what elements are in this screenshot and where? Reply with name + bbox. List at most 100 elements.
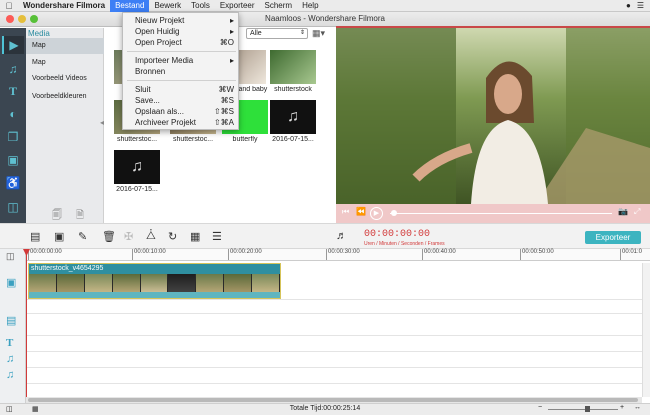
menu-item-label: Archiveer Projekt [135,118,196,127]
category-strip: ▶ ♫ T ◐ ❐ ▣ ♿ ◫ [0,28,26,223]
menu-item-resources[interactable]: Bronnen [123,66,240,77]
ruler-tick: 00:01:0 [619,249,643,260]
scrollbar-thumb[interactable] [28,398,638,402]
timeline-settings-icon[interactable]: ◫ [6,251,15,262]
fullscreen-icon[interactable]: ⤢ [634,207,640,217]
snapshot-icon[interactable]: 📷 [618,207,628,216]
sidebar-item-map-1[interactable]: Map [26,38,104,54]
video-preview[interactable] [336,28,650,204]
menu-item-label: Bronnen [135,67,166,76]
menu-item-label: Open Huidig [135,27,180,36]
split-icon[interactable]: ✠ [124,230,133,243]
media-thumb-4[interactable] [270,50,316,84]
media-filter-select[interactable]: Alle ⇕ [246,28,308,39]
menu-item-label: Save... [135,96,160,105]
menu-item-save[interactable]: Save... ⌘S [123,95,240,106]
ruler-tick: 00:00:20:00 [228,249,262,260]
preview-scrubber[interactable] [390,213,612,214]
overlays-icon[interactable]: ❐ [4,128,22,146]
text-track-lane[interactable] [26,336,642,352]
play-button[interactable]: ▶ [370,207,383,220]
timecode-display: 00:00:00:00 [364,229,431,240]
video-track-icon: ▣ [6,277,17,289]
fit-timeline-icon[interactable]: ↔ [634,404,641,411]
music-icon[interactable]: ♫ [4,60,22,78]
audio-mixer-icon[interactable]: ♬ [336,230,347,242]
menu-item-open-project[interactable]: Open Project ⌘O [123,37,240,48]
ruler-tick: 00:00:40:00 [422,249,456,260]
zoom-slider[interactable] [548,409,618,410]
export-button[interactable]: Exporteer [585,231,641,244]
delete-icon[interactable]: 🗑 [102,230,116,243]
menu-item-close[interactable]: Sluit ⌘W [123,84,240,95]
menu-item-label: Importeer Media [135,56,194,65]
rewind-icon[interactable]: ⏪ [356,207,366,216]
text-icon[interactable]: T [4,82,22,100]
rotate-icon[interactable]: ↻ [168,230,177,243]
record-voiceover-icon[interactable]: ▣ [54,230,64,243]
track-headers: ◫ ▣ ▤ T ♫ ♫ [0,249,26,409]
menu-item-archive-project[interactable]: Archiveer Projekt ⇧⌘A [123,117,240,128]
media-thumb-9[interactable]: ♫ [114,150,160,184]
view-mode-icon[interactable]: ▦▾ [312,28,330,39]
clip-audio-waveform [29,292,280,298]
menu-exporteer[interactable]: Exporteer [215,0,260,12]
window-title: Naamloos - Wondershare Filmora [265,14,385,23]
media-label-8: 2016-07-15... [272,136,314,143]
menu-item-new-project[interactable]: Nieuw Projekt ▸ [123,15,240,26]
menu-help[interactable]: Help [297,0,323,12]
menu-shortcut: ⌘O [219,38,234,47]
status-bar: ◫ ▦ Totale Tijd:00:00:25:14 − + ↔ [0,403,650,415]
media-label-6: shutterstoc... [172,136,214,143]
menu-bestand[interactable]: Bestand [110,0,150,12]
previous-frame-icon[interactable]: ⏮ [342,207,349,217]
preview-scrubber-handle[interactable] [391,210,397,216]
menu-item-save-as[interactable]: Opslaan als... ⇧⌘S [123,106,240,117]
notification-icon[interactable]: ● [626,1,631,10]
menu-tools[interactable]: Tools [186,0,215,12]
timeline-video-clip[interactable]: shutterstock_v4654295 [28,263,281,299]
pip-track-lane[interactable] [26,300,642,314]
text-track-icon: T [6,337,14,349]
media-icon[interactable]: ▶ [2,36,24,54]
image-track-lane[interactable] [26,314,642,336]
apple-menu-icon[interactable]:  [0,0,18,12]
timeline-vertical-scrollbar[interactable] [642,263,650,397]
transitions-icon[interactable]: ♿ [4,174,22,192]
crop-icon[interactable]: ⧊ [146,230,156,243]
submenu-arrow-icon: ▸ [229,16,234,25]
menu-bewerk[interactable]: Bewerk [149,0,186,12]
zoom-slider-handle[interactable] [585,406,590,412]
music-track-lane-1[interactable] [26,352,642,368]
sidebar-item-map-2[interactable]: Map [26,55,104,71]
zoom-out-icon[interactable]: − [538,404,542,411]
elements-icon[interactable]: ▣ [4,151,22,169]
media-thumb-8[interactable]: ♫ [270,100,316,134]
menu-bar:  Wondershare Filmora Bestand Bewerk Too… [0,0,650,12]
menu-scherm[interactable]: Scherm [260,0,298,12]
music-track-lane-2[interactable] [26,368,642,384]
sidebar-item-sample-videos[interactable]: Voorbeeld Videos [26,71,104,87]
scene-detect-icon[interactable]: ▦ [190,230,200,243]
timeline-ruler[interactable]: 00:00:00:00 00:00:10:00 00:00:20:00 00:0… [26,249,650,261]
menu-item-import-media[interactable]: Importeer Media ▸ [123,55,240,66]
preview-controls: ⏮ ⏪ ▶ 📷 ⤢ [336,204,650,223]
split-screen-icon[interactable]: ◫ [4,198,22,216]
ruler-tick: 00:00:10:00 [132,249,166,260]
filters-icon[interactable]: ◐ [4,105,22,123]
clip-name: shutterstock_v4654295 [31,265,104,272]
menu-app-name[interactable]: Wondershare Filmora [18,0,110,12]
ruler-tick: 00:00:00:00 [28,249,62,260]
menu-item-open-recent[interactable]: Open Huidig ▸ [123,26,240,37]
list-icon[interactable]: ☰ [637,1,644,10]
music-track-icon-1: ♫ [6,353,15,365]
edit-toolbar: ▤ ▣ ✎ 🗑 ✠ ⧊ ↻ ▦ ☰ ♬ [0,223,650,249]
clip-filmstrip [29,274,280,293]
edit-pen-icon[interactable]: ✎ [78,230,87,243]
zoom-in-icon[interactable]: + [620,404,624,411]
playhead[interactable] [26,249,27,409]
sidebar-item-sample-colors[interactable]: Voorbeeldkleuren [26,89,104,105]
adjust-icon[interactable]: ☰ [212,230,222,243]
music-note-icon: ♫ [287,108,299,125]
add-to-timeline-icon[interactable]: ▤ [30,230,40,243]
